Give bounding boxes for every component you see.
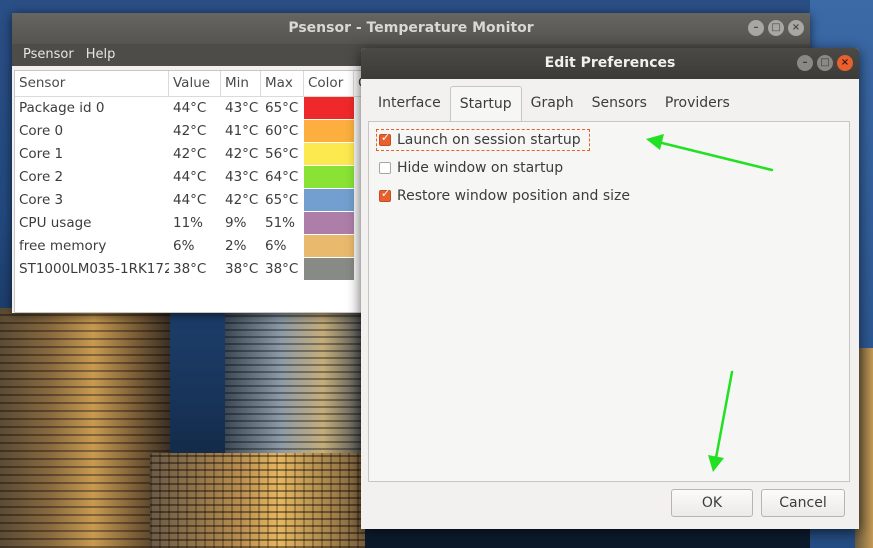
sensor-max-cell: 51% [265, 215, 296, 231]
tab-sensors[interactable]: Sensors [583, 86, 656, 120]
column-header-max[interactable]: Max [261, 71, 304, 96]
maximize-icon[interactable]: □ [817, 55, 833, 71]
table-header: Sensor Value Min Max Color C [15, 71, 367, 97]
sensor-min-cell: 9% [225, 215, 247, 231]
color-swatch[interactable] [304, 235, 354, 257]
sensor-color-cell[interactable] [304, 143, 354, 166]
sensor-max-cell: 38°C [265, 261, 299, 277]
sensor-min-cell: 42°C [225, 146, 259, 162]
sensor-value-cell: 11% [173, 215, 204, 231]
color-swatch[interactable] [304, 258, 354, 280]
tab-startup[interactable]: Startup [449, 86, 522, 122]
column-header-value[interactable]: Value [169, 71, 221, 96]
column-header-color[interactable]: Color [304, 71, 354, 96]
sensor-max-cell: 60°C [265, 123, 299, 139]
table-row[interactable]: CPU usage 11% 9% 51% [15, 212, 363, 235]
sensor-color-cell[interactable] [304, 120, 354, 143]
main-titlebar[interactable]: Psensor - Temperature Monitor – □ × [12, 13, 810, 44]
sensor-value-cell: 38°C [173, 261, 207, 277]
sensor-max-cell: 6% [265, 238, 287, 254]
sensor-max-cell: 65°C [265, 100, 299, 116]
color-swatch[interactable] [304, 120, 354, 142]
hide-window-label: Hide window on startup [397, 160, 564, 176]
table-row[interactable]: Core 3 44°C 42°C 65°C [15, 189, 363, 212]
startup-panel: Launch on session startup Hide window on… [368, 121, 850, 482]
menu-help[interactable]: Help [80, 44, 122, 66]
tab-graph[interactable]: Graph [522, 86, 583, 120]
table-row[interactable]: Core 2 44°C 43°C 64°C [15, 166, 363, 189]
sensor-min-cell: 43°C [225, 100, 259, 116]
sensor-color-cell[interactable] [304, 189, 354, 212]
building [0, 308, 170, 548]
tab-providers[interactable]: Providers [656, 86, 739, 120]
sensor-value-cell: 44°C [173, 169, 207, 185]
close-icon[interactable]: × [788, 20, 804, 36]
sensor-name-cell: free memory [19, 238, 107, 254]
dialog-titlebar[interactable]: Edit Preferences – □ × [361, 48, 859, 79]
table-body: Package id 0 44°C 43°C 65°C Core 0 42°C 41°C 60… [15, 97, 363, 281]
sensor-min-cell: 42°C [225, 192, 259, 208]
sensor-name-cell: Core 3 [19, 192, 64, 208]
restore-window-checkbox[interactable] [379, 187, 391, 202]
sensor-min-cell: 2% [225, 238, 247, 254]
cancel-button[interactable]: Cancel [761, 489, 845, 517]
sensor-name-cell: Package id 0 [19, 100, 105, 116]
color-swatch[interactable] [304, 143, 354, 165]
launch-on-startup-option[interactable]: Launch on session startup [376, 129, 590, 151]
sensor-max-cell: 65°C [265, 192, 299, 208]
sensor-name-cell: ST1000LM035-1RK172 [19, 261, 169, 277]
sensor-value-cell: 6% [173, 238, 195, 254]
sensor-min-cell: 38°C [225, 261, 259, 277]
sensor-name-cell: Core 1 [19, 146, 64, 162]
sensor-color-cell[interactable] [304, 235, 354, 258]
sensor-color-cell[interactable] [304, 166, 354, 189]
sensor-table: Sensor Value Min Max Color C Package id … [14, 70, 367, 313]
tab-interface[interactable]: Interface [369, 86, 450, 120]
table-row[interactable]: Core 0 42°C 41°C 60°C [15, 120, 363, 143]
color-swatch[interactable] [304, 189, 354, 211]
sensor-value-cell: 44°C [173, 192, 207, 208]
color-swatch[interactable] [304, 166, 354, 188]
minimize-icon[interactable]: – [748, 20, 764, 36]
table-row[interactable]: ST1000LM035-1RK172 38°C 38°C 38°C [15, 258, 363, 281]
column-header-sensor[interactable]: Sensor [15, 71, 169, 96]
column-header-min[interactable]: Min [221, 71, 261, 96]
hide-window-checkbox[interactable] [379, 162, 391, 174]
sensor-name-cell: CPU usage [19, 215, 92, 231]
close-icon[interactable]: × [837, 55, 853, 71]
table-row[interactable]: Package id 0 44°C 43°C 65°C [15, 97, 363, 120]
launch-on-startup-label: Launch on session startup [397, 132, 581, 148]
ok-button[interactable]: OK [671, 489, 753, 517]
restore-window-option[interactable]: Restore window position and size [379, 186, 630, 206]
menu-psensor[interactable]: Psensor [17, 44, 80, 66]
table-row[interactable]: free memory 6% 2% 6% [15, 235, 363, 258]
sensor-max-cell: 56°C [265, 146, 299, 162]
edit-preferences-dialog: Edit Preferences – □ × Interface Startup… [361, 48, 859, 529]
color-swatch[interactable] [304, 212, 354, 234]
maximize-icon[interactable]: □ [768, 20, 784, 36]
sensor-value-cell: 42°C [173, 123, 207, 139]
launch-on-startup-checkbox[interactable] [379, 131, 391, 146]
table-row[interactable]: Core 1 42°C 42°C 56°C [15, 143, 363, 166]
sensor-value-cell: 44°C [173, 100, 207, 116]
sensor-color-cell[interactable] [304, 97, 354, 120]
dialog-title: Edit Preferences [544, 55, 676, 71]
color-swatch[interactable] [304, 97, 354, 119]
sensor-min-cell: 41°C [225, 123, 259, 139]
sensor-color-cell[interactable] [304, 212, 354, 235]
main-window-title: Psensor - Temperature Monitor [288, 20, 534, 36]
restore-window-label: Restore window position and size [397, 188, 630, 204]
sensor-color-cell[interactable] [304, 258, 354, 281]
building [150, 453, 365, 548]
preferences-tabs: Interface Startup Graph Sensors Provider… [369, 86, 739, 122]
sensor-name-cell: Core 2 [19, 169, 64, 185]
sensor-max-cell: 64°C [265, 169, 299, 185]
minimize-icon[interactable]: – [797, 55, 813, 71]
sensor-min-cell: 43°C [225, 169, 259, 185]
sensor-value-cell: 42°C [173, 146, 207, 162]
hide-window-option[interactable]: Hide window on startup [379, 158, 563, 178]
sensor-name-cell: Core 0 [19, 123, 64, 139]
